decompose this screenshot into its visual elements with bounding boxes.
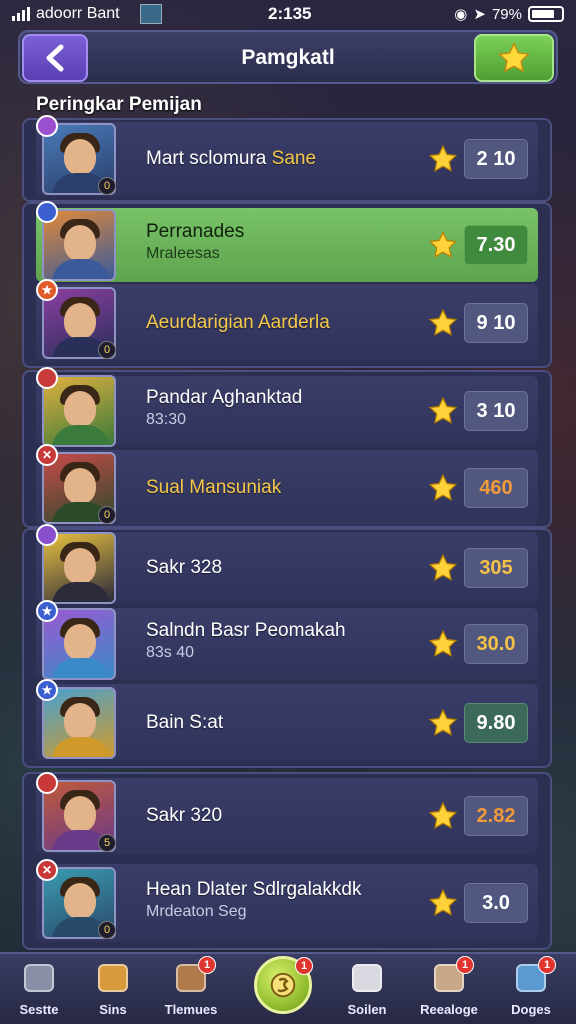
star-icon	[428, 144, 458, 174]
card-icon: 1	[512, 956, 556, 996]
star-icon	[428, 801, 458, 831]
score-value: 305	[464, 548, 528, 588]
player-subtitle: 83:30	[146, 411, 187, 428]
signal-icon	[12, 7, 30, 21]
rank-badge-icon: ★	[36, 279, 58, 301]
star-icon	[428, 629, 458, 659]
score-value: 9 10	[464, 303, 528, 343]
score-value: 9.80	[464, 703, 528, 743]
nav-label: Tlemues	[164, 1002, 218, 1017]
level-badge: 0	[98, 921, 116, 939]
top-header: Pamgkatl	[18, 30, 558, 84]
player-name: Hean Dlater Sdlrgalakkdk	[146, 879, 362, 900]
notification-badge: 1	[295, 957, 313, 975]
score-value: 460	[464, 468, 528, 508]
score-value: 3.0	[464, 883, 528, 923]
leaderboard-row[interactable]: ★ Salndn Basr Peomakah 83s 40 30.0	[36, 600, 538, 680]
rank-badge-icon	[36, 201, 58, 223]
nav-label: Soilen	[347, 1002, 387, 1017]
home-button[interactable]: 1	[254, 956, 313, 1014]
level-badge: 0	[98, 341, 116, 359]
leaderboard-row[interactable]: Pandar Aghanktad 83:30 3 10	[36, 367, 538, 447]
score-value: 3 10	[464, 391, 528, 431]
star-icon	[428, 888, 458, 918]
rank-badge-icon	[36, 367, 58, 389]
player-name: Perranades	[146, 221, 245, 242]
player-subtitle: Mraleesas	[146, 245, 220, 262]
star-icon	[428, 473, 458, 503]
score-value: 7.30	[464, 225, 528, 265]
player-name: Bain S:at	[146, 712, 224, 733]
player-name: Pandar Aghanktad	[146, 387, 303, 408]
section-title: Peringkar Pemijan	[36, 94, 202, 115]
favorites-button[interactable]	[474, 34, 554, 82]
leaderboard-row[interactable]: ✕ 0 Hean Dlater Sdlrgalakkdk Mrdeaton Se…	[36, 859, 538, 942]
alarm-icon: ◉	[454, 6, 468, 23]
puzzle-icon	[20, 960, 58, 996]
status-bar: adoorr Bant 2:135 ◉ ➤ 79%	[0, 0, 576, 28]
star-icon	[497, 41, 531, 73]
level-badge: 0	[98, 506, 116, 524]
rank-badge-icon	[36, 115, 58, 137]
nav-item-sestte[interactable]: Sestte	[4, 960, 74, 1017]
nav-item-doges[interactable]: 1 Doges	[496, 956, 566, 1017]
nav-item-reealoge[interactable]: 1 Reealoge	[414, 956, 484, 1017]
nav-label: Sins	[99, 1002, 127, 1017]
player-subtitle: 83s 40	[146, 644, 195, 661]
leaderboard-row[interactable]: ★ 0 Aeurdarigian Aarderla 9 10	[36, 279, 538, 362]
shield-icon	[94, 960, 132, 996]
score-value: 30.0	[464, 624, 528, 664]
rank-badge-icon: ✕	[36, 859, 58, 881]
star-icon	[428, 396, 458, 426]
nav-label: Sestte	[19, 1002, 59, 1017]
player-name: Sakr 320	[146, 805, 223, 826]
carrier-text: adoorr Bant	[36, 5, 120, 22]
player-name: Aeurdarigian Aarderla	[146, 312, 330, 333]
nav-item-soilen[interactable]: Soilen	[332, 960, 402, 1017]
leaderboard-row[interactable]: ✕ 0 Sual Mansuniak 460	[36, 444, 538, 526]
app-thumbnail-icon	[139, 4, 162, 24]
player-name: Sakr 328	[146, 557, 223, 578]
leaderboard-row[interactable]: ★ Bain S:at 9.80	[36, 679, 538, 762]
star-icon	[428, 308, 458, 338]
battery-icon	[528, 6, 564, 22]
clock: 2:135	[268, 4, 312, 23]
location-icon: ➤	[473, 6, 486, 23]
heart-icon	[348, 960, 386, 996]
score-value: 2.82	[464, 796, 528, 836]
leaderboard-row[interactable]: Perranades Mraleesas 7.30	[36, 201, 538, 282]
nav-item-tlemues[interactable]: 1 Tlemues	[156, 956, 226, 1017]
star-icon	[428, 708, 458, 738]
notification-badge: 1	[198, 956, 216, 974]
player-name: Sual Mansuniak	[146, 477, 282, 498]
notification-badge: 1	[538, 956, 556, 974]
star-icon	[428, 230, 458, 260]
battery-percent: 79%	[491, 5, 522, 23]
player-subtitle: Mrdeaton Seg	[146, 903, 247, 920]
rank-badge-icon	[36, 524, 58, 546]
chest-icon: 1	[172, 956, 216, 996]
level-badge: 5	[98, 834, 116, 852]
notification-badge: 1	[456, 956, 474, 974]
score-value: 2 10	[464, 139, 528, 179]
nav-item-sins[interactable]: Sins	[78, 960, 148, 1017]
leaderboard-row[interactable]: Sakr 328 305	[36, 524, 538, 604]
home-coin-icon	[270, 972, 296, 998]
player-name: Salndn Basr Peomakah	[146, 620, 346, 641]
rank-badge-icon	[36, 772, 58, 794]
inbox-icon: 1	[430, 956, 474, 996]
rank-badge-icon: ★	[36, 600, 58, 622]
leaderboard-row[interactable]: 0 Mart sclomura Sane 2 10	[36, 115, 538, 196]
player-name: Mart sclomura Sane	[146, 148, 317, 169]
leaderboard-row[interactable]: 5 Sakr 320 2.82	[36, 772, 538, 854]
star-icon	[428, 553, 458, 583]
nav-label: Reealoge	[420, 1002, 478, 1017]
level-badge: 0	[98, 177, 116, 195]
rank-badge-icon: ★	[36, 679, 58, 701]
nav-label: Doges	[511, 1002, 551, 1017]
rank-badge-icon: ✕	[36, 444, 58, 466]
